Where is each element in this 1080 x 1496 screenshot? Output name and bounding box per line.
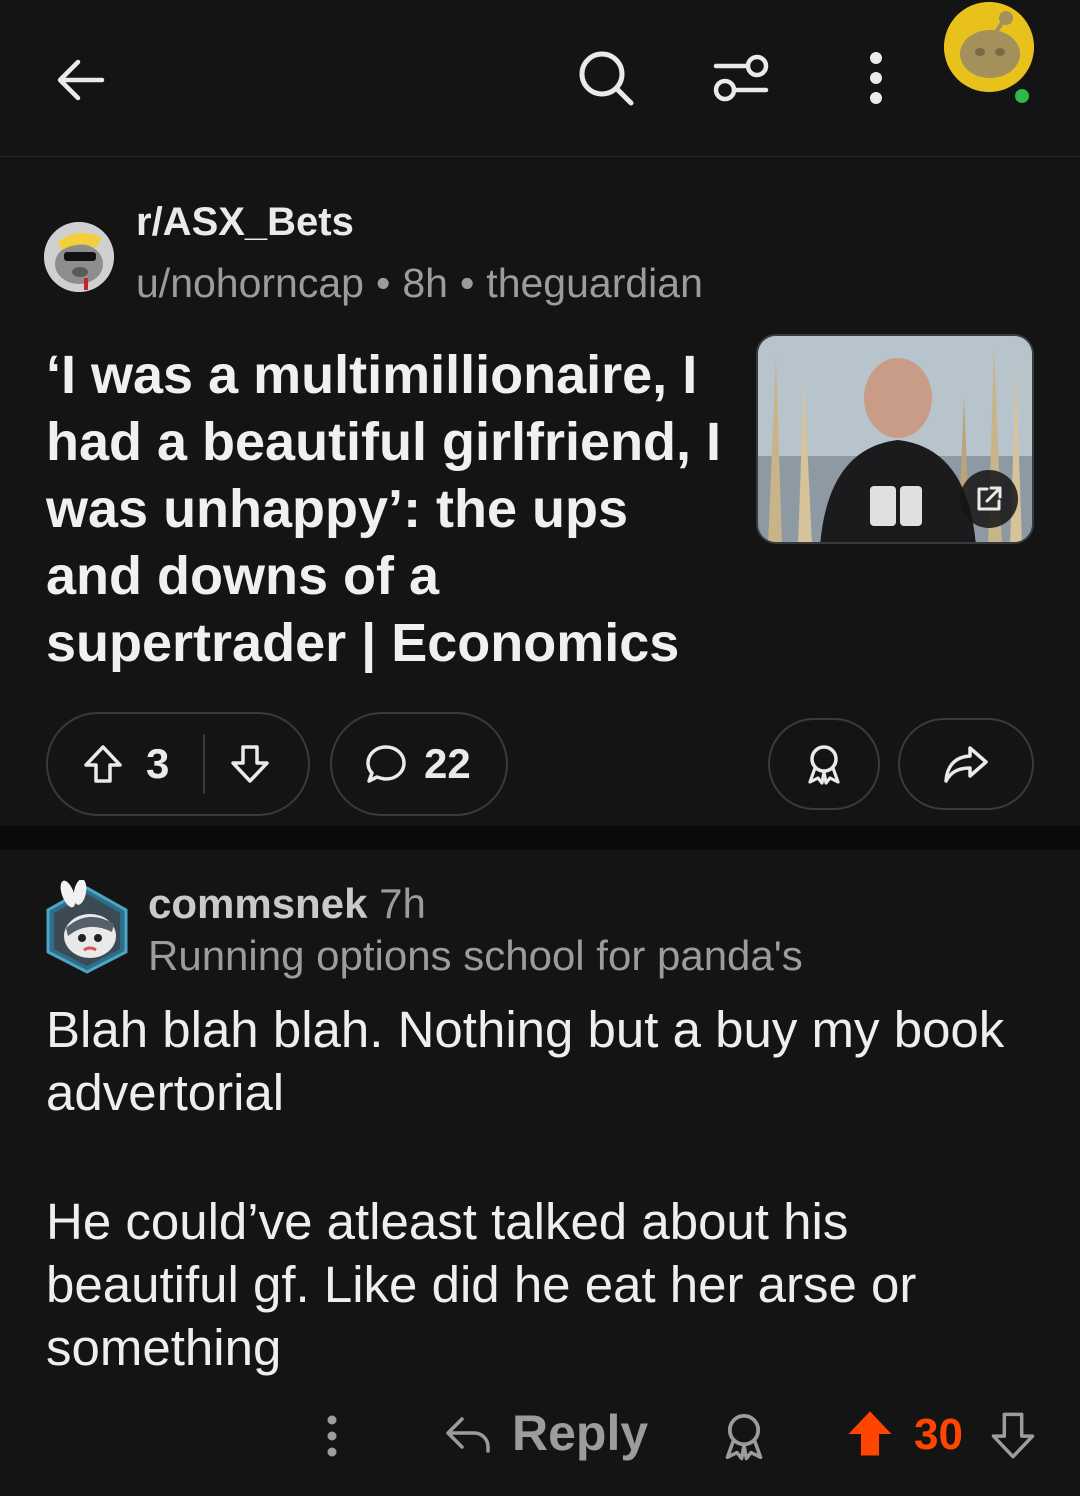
comment-more-button[interactable]: [318, 1412, 346, 1467]
post-age: 8h: [402, 260, 448, 306]
comments-button[interactable]: 22: [330, 712, 508, 816]
post-title[interactable]: ‘I was a multimillionaire, I had a beaut…: [46, 342, 736, 677]
arrow-left-icon: [57, 59, 105, 101]
search-button[interactable]: [574, 46, 638, 110]
comment-header: commsnek 7h: [148, 880, 426, 928]
comment-score: 30: [914, 1410, 963, 1459]
comment-author-avatar[interactable]: [42, 879, 132, 976]
user-avatar-button[interactable]: [944, 2, 1034, 92]
upvote-filled-icon: [848, 1411, 892, 1456]
comment-body-paragraph: He could’ve atleast talked about his bea…: [46, 1193, 917, 1376]
separator-dot: •: [375, 260, 391, 306]
user-flair: Running options school for panda's: [148, 932, 803, 979]
award-icon: [725, 1414, 763, 1461]
reply-label: Reply: [512, 1405, 649, 1461]
downvote-icon[interactable]: [229, 743, 271, 785]
separator-dot: •: [459, 260, 475, 306]
subreddit-avatar[interactable]: [44, 222, 114, 292]
section-separator: [0, 826, 1080, 850]
reply-arrow-icon: [446, 1417, 490, 1453]
post-domain[interactable]: theguardian: [486, 260, 703, 306]
snoo-avatar-icon: [944, 2, 1034, 92]
comment-count: 22: [424, 740, 471, 787]
back-button[interactable]: [48, 48, 112, 112]
comment-bubble-icon: [366, 745, 406, 783]
award-button[interactable]: [768, 718, 880, 810]
top-app-bar: [0, 0, 1080, 157]
more-options-button[interactable]: [856, 46, 896, 110]
comment-author[interactable]: commsnek: [148, 880, 367, 927]
comment-award-button[interactable]: [718, 1410, 770, 1467]
post-score: 3: [146, 740, 170, 787]
award-icon: [808, 745, 840, 785]
comment-age: 7h: [379, 880, 426, 927]
downvote-icon: [991, 1412, 1035, 1459]
filter-button[interactable]: [708, 46, 774, 110]
more-vertical-icon: [327, 1415, 337, 1457]
reply-button[interactable]: Reply: [444, 1404, 648, 1462]
commenter-avatar-icon: [46, 879, 128, 974]
vote-divider: [203, 734, 206, 794]
subreddit-icon: [44, 222, 114, 292]
subreddit-name[interactable]: r/ASX_Bets: [136, 200, 354, 245]
online-status-indicator: [1012, 86, 1032, 106]
search-icon: [579, 51, 634, 106]
comment-body-paragraph: Blah blah blah. Nothing but a buy my boo…: [46, 1001, 1005, 1121]
post-meta: u/nohorncap • 8h • theguardian: [136, 260, 703, 307]
upvote-icon[interactable]: [82, 743, 124, 785]
comment-downvote-button[interactable]: [990, 1410, 1036, 1465]
share-button[interactable]: [898, 718, 1034, 810]
more-vertical-icon: [870, 52, 882, 104]
external-link-icon: [977, 486, 1002, 511]
share-arrow-icon: [944, 746, 988, 783]
sliders-icon: [713, 54, 769, 102]
comment-upvote-button[interactable]: [846, 1408, 894, 1465]
post-vote-pill: 3: [46, 712, 310, 816]
external-link-badge[interactable]: [960, 470, 1018, 528]
post-author[interactable]: u/nohorncap: [136, 260, 364, 306]
